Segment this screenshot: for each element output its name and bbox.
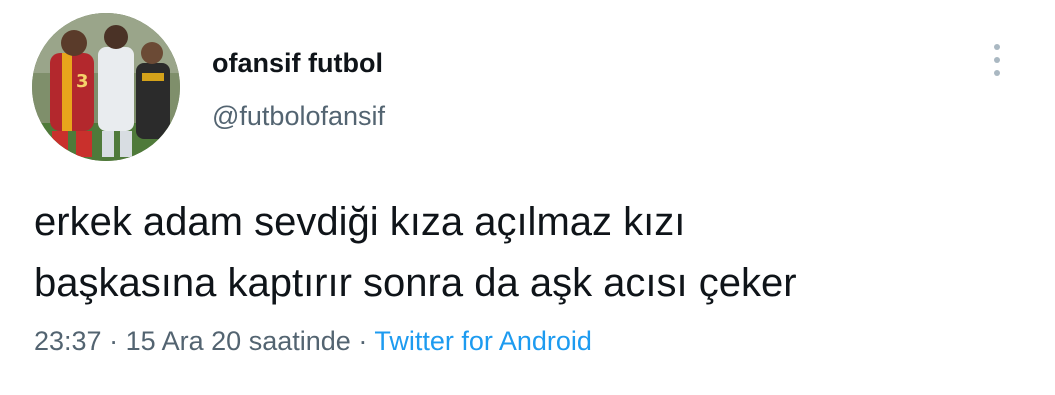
tweet-text-line: erkek adam sevdiği kıza açılmaz kızı (34, 200, 686, 244)
avatar-photo: 3 (32, 13, 180, 161)
meta-separator: · (109, 326, 119, 356)
meta-separator: · (358, 326, 368, 356)
tweet-date[interactable]: 15 Ara 20 saatinde (126, 326, 351, 356)
author-handle[interactable]: @futbolofansif (212, 101, 385, 132)
avatar[interactable]: 3 (32, 13, 180, 161)
tweet-source-link[interactable]: Twitter for Android (374, 326, 592, 356)
tweet-card: 3 ofansif futbol @futbolofansif erkek ad… (0, 0, 1055, 395)
tweet-meta: 23:37 · 15 Ara 20 saatinde · Twitter for… (34, 326, 592, 357)
tweet-time[interactable]: 23:37 (34, 326, 102, 356)
tweet-text-line: başkasına kaptırır sonra da aşk acısı çe… (34, 261, 797, 305)
tweet-text: erkek adam sevdiği kıza açılmaz kızı baş… (34, 192, 1034, 314)
more-options-button[interactable] (984, 40, 1010, 80)
author-display-name[interactable]: ofansif futbol (212, 48, 383, 79)
svg-text:3: 3 (76, 71, 89, 92)
